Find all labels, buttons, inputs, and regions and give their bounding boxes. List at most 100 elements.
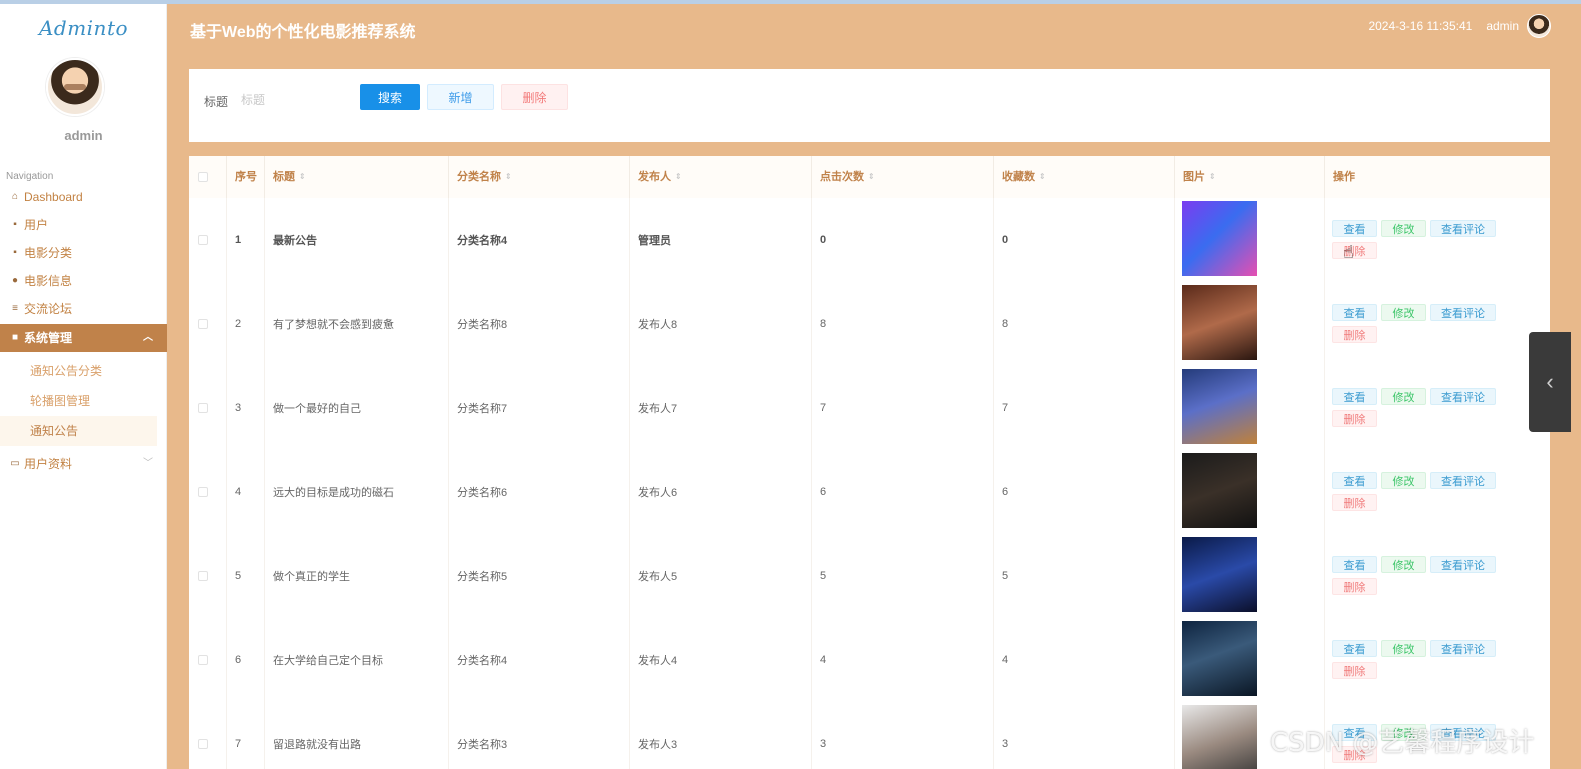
view-button[interactable]: 查看 <box>1332 388 1377 405</box>
row-checkbox[interactable] <box>198 403 208 413</box>
sidebar-subitem-carousel[interactable]: 轮播图管理 <box>0 386 157 416</box>
sort-icon[interactable]: ⇕ <box>505 156 512 198</box>
sidebar-subitem-notice[interactable]: 通知公告 <box>0 416 157 446</box>
row-checkbox[interactable] <box>198 571 208 581</box>
cell-category: 分类名称5 <box>449 534 630 618</box>
edit-button[interactable]: 修改 <box>1381 640 1426 657</box>
column-header-title[interactable]: 标题 ⇕ <box>265 156 449 198</box>
sidebar-item-system-management[interactable]: ■ 系统管理 ︿ <box>0 324 167 352</box>
view-button[interactable]: 查看 <box>1332 304 1377 321</box>
view-comments-button[interactable]: 查看评论 <box>1430 640 1496 657</box>
column-header-category[interactable]: 分类名称 ⇕ <box>449 156 630 198</box>
cell-publisher: 发布人6 <box>630 450 812 534</box>
sidebar-item-dashboard[interactable]: ⌂ Dashboard <box>0 183 167 211</box>
search-panel: 标题 搜索 新增 删除 <box>189 69 1550 142</box>
cell-favorites: 5 <box>994 534 1175 618</box>
cell-publisher: 发布人5 <box>630 534 812 618</box>
chevron-left-icon: ‹ <box>1546 369 1554 394</box>
row-delete-button[interactable]: 删除 <box>1332 494 1377 511</box>
cell-clicks: 8 <box>812 282 994 366</box>
edit-button[interactable]: 修改 <box>1381 472 1426 489</box>
cell-no: 5 <box>227 534 265 618</box>
chevron-up-icon: ︿ <box>143 332 153 343</box>
poster-image[interactable] <box>1182 369 1257 444</box>
edit-button[interactable]: 修改 <box>1381 388 1426 405</box>
row-checkbox-cell <box>189 534 227 618</box>
row-delete-button[interactable]: 删除 <box>1332 662 1377 679</box>
sort-icon[interactable]: ⇕ <box>1209 156 1216 198</box>
row-checkbox[interactable] <box>198 235 208 245</box>
sidebar-item-label: 用户资料 <box>24 457 73 471</box>
sort-icon[interactable]: ⇕ <box>1039 156 1046 198</box>
sort-icon[interactable]: ⇕ <box>675 156 682 198</box>
sort-icon[interactable]: ⇕ <box>868 156 875 198</box>
avatar[interactable] <box>46 58 104 116</box>
cell-no: 6 <box>227 618 265 702</box>
edit-button[interactable]: 修改 <box>1381 304 1426 321</box>
row-delete-button[interactable]: 删除 <box>1332 578 1377 595</box>
view-comments-button[interactable]: 查看评论 <box>1430 304 1496 321</box>
poster-image[interactable] <box>1182 705 1257 769</box>
view-comments-button[interactable]: 查看评论 <box>1430 220 1496 237</box>
cell-actions: 查看 修改 查看评论删除 <box>1325 534 1550 618</box>
search-input[interactable] <box>241 90 341 110</box>
column-header-clicks[interactable]: 点击次数 ⇕ <box>812 156 994 198</box>
view-comments-button[interactable]: 查看评论 <box>1430 472 1496 489</box>
sidebar-item-movie-category[interactable]: ▪ 电影分类 <box>0 239 167 267</box>
sort-icon[interactable]: ⇕ <box>299 156 306 198</box>
grid-icon: ▪ <box>13 247 17 258</box>
sidebar-item-users[interactable]: ▪ 用户 <box>0 211 167 239</box>
search-button[interactable]: 搜索 <box>360 84 420 110</box>
add-button[interactable]: 新增 <box>427 84 494 110</box>
cell-publisher: 发布人4 <box>630 618 812 702</box>
select-all-checkbox[interactable] <box>198 172 208 182</box>
column-header-favorites[interactable]: 收藏数 ⇕ <box>994 156 1175 198</box>
cell-title: 远大的目标是成功的磁石 <box>265 450 449 534</box>
delete-button[interactable]: 删除 <box>501 84 568 110</box>
poster-image[interactable] <box>1182 201 1257 276</box>
sidebar-item-movie-info[interactable]: ● 电影信息 <box>0 267 167 295</box>
sidebar-item-user-profile[interactable]: ▭ 用户资料 ﹀ <box>0 450 167 478</box>
view-comments-button[interactable]: 查看评论 <box>1430 388 1496 405</box>
sidebar-item-label: Dashboard <box>24 190 83 204</box>
cell-actions: 查看 修改 查看评论删除 <box>1325 282 1550 366</box>
cell-title: 在大学给自己定个目标 <box>265 618 449 702</box>
user-menu[interactable]: admin <box>1486 14 1551 38</box>
cell-favorites: 7 <box>994 366 1175 450</box>
edit-button[interactable]: 修改 <box>1381 220 1426 237</box>
edit-button[interactable]: 修改 <box>1381 556 1426 573</box>
view-button[interactable]: 查看 <box>1332 640 1377 657</box>
cell-image <box>1175 618 1325 702</box>
cell-title: 有了梦想就不会感到疲惫 <box>265 282 449 366</box>
table-row: 1 最新公告 分类名称4 管理员 0 0 查看 修改 查看评论 删除 <box>189 198 1550 282</box>
view-button[interactable]: 查看 <box>1332 556 1377 573</box>
view-button[interactable]: 查看 <box>1332 472 1377 489</box>
row-checkbox[interactable] <box>198 655 208 665</box>
table-row: 2 有了梦想就不会感到疲惫 分类名称8 发布人8 8 8 查看 修改 查看评论 删除 <box>189 282 1550 366</box>
row-checkbox[interactable] <box>198 319 208 329</box>
cell-no: 2 <box>227 282 265 366</box>
header-right: 2024-3-16 11:35:41 admin <box>1368 14 1551 38</box>
row-checkbox[interactable] <box>198 487 208 497</box>
column-header-image[interactable]: 图片 ⇕ <box>1175 156 1325 198</box>
column-header-publisher[interactable]: 发布人 ⇕ <box>630 156 812 198</box>
row-delete-button[interactable]: 删除 <box>1332 326 1377 343</box>
avatar[interactable] <box>1527 14 1551 38</box>
poster-image[interactable] <box>1182 285 1257 360</box>
sidebar-item-forum[interactable]: ≡ 交流论坛 <box>0 295 167 323</box>
drawer-toggle[interactable]: ‹ <box>1529 332 1571 432</box>
poster-image[interactable] <box>1182 453 1257 528</box>
view-comments-button[interactable]: 查看评论 <box>1430 556 1496 573</box>
view-button[interactable]: 查看 <box>1332 220 1377 237</box>
row-delete-button[interactable]: 删除 <box>1332 242 1377 259</box>
column-header-no: 序号 <box>227 156 265 198</box>
poster-image[interactable] <box>1182 537 1257 612</box>
cell-favorites: 4 <box>994 618 1175 702</box>
sidebar-subitem-notice-category[interactable]: 通知公告分类 <box>0 356 157 386</box>
cell-favorites: 8 <box>994 282 1175 366</box>
poster-image[interactable] <box>1182 621 1257 696</box>
chevron-down-icon: ﹀ <box>143 458 153 469</box>
column-header-actions: 操作 <box>1325 156 1550 198</box>
row-delete-button[interactable]: 删除 <box>1332 410 1377 427</box>
row-checkbox[interactable] <box>198 739 208 749</box>
